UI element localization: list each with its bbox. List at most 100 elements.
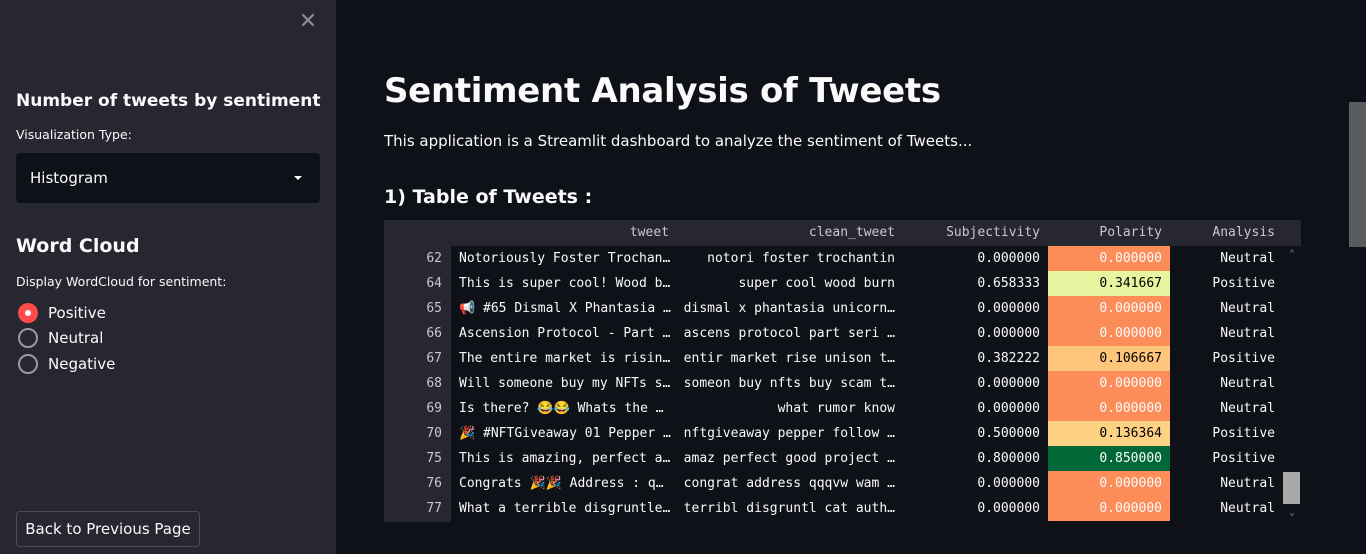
cell-subjectivity: 0.000000 bbox=[977, 301, 1040, 316]
cell-tweet: The entire market is risin… bbox=[459, 351, 671, 366]
radio-unchecked-icon[interactable] bbox=[18, 354, 38, 374]
radio-label: Neutral bbox=[48, 329, 104, 347]
cell-clean-tweet: amaz perfect good project … bbox=[683, 451, 895, 466]
cell-polarity: 0.000000 bbox=[1048, 296, 1170, 321]
wordcloud-label: Display WordCloud for sentiment: bbox=[16, 274, 227, 289]
table-row: 69 Is there? 😂😂 Whats the … what rumor kno… bbox=[384, 396, 1301, 421]
column-header-tweet[interactable]: tweet bbox=[459, 220, 669, 246]
cell-clean-tweet: someon buy nfts buy scam t… bbox=[683, 376, 895, 391]
row-index: 65 bbox=[426, 301, 442, 316]
scroll-down-icon[interactable]: ⌄ bbox=[1287, 508, 1297, 518]
cell-subjectivity: 0.000000 bbox=[977, 326, 1040, 341]
cell-tweet: Is there? 😂😂 Whats the … bbox=[459, 401, 664, 416]
table-row: 77 What a terrible disgruntle… terribl dis… bbox=[384, 496, 1301, 521]
cell-tweet: 🎉 #NFTGiveaway 01 Pepper … bbox=[459, 426, 671, 441]
cell-polarity: 0.106667 bbox=[1048, 346, 1170, 371]
cell-subjectivity: 0.500000 bbox=[977, 426, 1040, 441]
row-index: 75 bbox=[426, 451, 442, 466]
close-icon[interactable]: ✕ bbox=[297, 11, 319, 33]
cell-tweet: This is amazing, perfect a… bbox=[459, 451, 671, 466]
caret-down-icon bbox=[294, 176, 302, 180]
viz-heading: Number of tweets by sentiment bbox=[16, 91, 321, 111]
cell-clean-tweet: what rumor know bbox=[777, 401, 895, 416]
cell-subjectivity: 0.000000 bbox=[977, 376, 1040, 391]
sidebar: ✕ Number of tweets by sentiment Visualiz… bbox=[0, 0, 336, 554]
cell-clean-tweet: nftgiveaway pepper follow … bbox=[683, 426, 895, 441]
table-row: 65 📢 #65 Dismal X Phantasia … dismal x pha… bbox=[384, 296, 1301, 321]
cell-analysis: Positive bbox=[1212, 276, 1275, 291]
table-row: 75 This is amazing, perfect a… amaz perfec… bbox=[384, 446, 1301, 471]
cell-tweet: Will someone buy my NFTs s… bbox=[459, 376, 671, 391]
radio-neutral[interactable]: Neutral bbox=[18, 327, 103, 349]
page-intro: This application is a Streamlit dashboar… bbox=[384, 132, 973, 150]
cell-polarity: 0.850000 bbox=[1048, 446, 1170, 471]
radio-checked-icon[interactable] bbox=[18, 303, 38, 323]
cell-subjectivity: 0.800000 bbox=[977, 451, 1040, 466]
radio-label: Negative bbox=[48, 355, 116, 373]
cell-polarity: 0.341667 bbox=[1048, 271, 1170, 296]
cell-analysis: Positive bbox=[1212, 426, 1275, 441]
cell-analysis: Positive bbox=[1212, 451, 1275, 466]
cell-subjectivity: 0.000000 bbox=[977, 501, 1040, 516]
cell-subjectivity: 0.658333 bbox=[977, 276, 1040, 291]
column-header-clean-tweet[interactable]: clean_tweet bbox=[681, 220, 895, 246]
cell-polarity: 0.000000 bbox=[1048, 321, 1170, 346]
page-title: Sentiment Analysis of Tweets bbox=[384, 71, 941, 111]
cell-clean-tweet: entir market rise unison t… bbox=[683, 351, 895, 366]
cell-tweet: Notoriously Foster Trochan… bbox=[459, 251, 671, 266]
scroll-up-icon[interactable]: ⌃ bbox=[1287, 249, 1297, 259]
cell-tweet: This is super cool! Wood b… bbox=[459, 276, 671, 291]
table-row: 70 🎉 #NFTGiveaway 01 Pepper … nftgiveaway … bbox=[384, 421, 1301, 446]
table-header: tweet clean_tweet Subjectivity Polarity … bbox=[384, 220, 1301, 246]
row-index: 62 bbox=[426, 251, 442, 266]
radio-negative[interactable]: Negative bbox=[18, 353, 115, 375]
table-row: 64 This is super cool! Wood b… super cool … bbox=[384, 271, 1301, 296]
table-row: 68 Will someone buy my NFTs s… someon buy … bbox=[384, 371, 1301, 396]
row-index: 69 bbox=[426, 401, 442, 416]
cell-clean-tweet: congrat address qqqvw wam … bbox=[683, 476, 895, 491]
cell-polarity: 0.000000 bbox=[1048, 371, 1170, 396]
cell-clean-tweet: ascens protocol part seri … bbox=[683, 326, 895, 341]
row-index: 76 bbox=[426, 476, 442, 491]
cell-clean-tweet: notori foster trochantin bbox=[707, 251, 895, 266]
radio-positive[interactable]: Positive bbox=[18, 302, 106, 324]
cell-polarity: 0.136364 bbox=[1048, 421, 1170, 446]
radio-label: Positive bbox=[48, 304, 106, 322]
cell-polarity: 0.000000 bbox=[1048, 246, 1170, 271]
cell-polarity: 0.000000 bbox=[1048, 471, 1170, 496]
cell-analysis: Neutral bbox=[1220, 501, 1275, 516]
radio-unchecked-icon[interactable] bbox=[18, 328, 38, 348]
cell-analysis: Neutral bbox=[1220, 326, 1275, 341]
wordcloud-heading: Word Cloud bbox=[16, 235, 140, 257]
viz-type-label: Visualization Type: bbox=[16, 127, 132, 142]
cell-subjectivity: 0.382222 bbox=[977, 351, 1040, 366]
table-row: 67 The entire market is risin… entir marke… bbox=[384, 346, 1301, 371]
column-header-polarity[interactable]: Polarity bbox=[1048, 220, 1162, 246]
cell-polarity: 0.000000 bbox=[1048, 396, 1170, 421]
viz-type-select-value: Histogram bbox=[30, 169, 108, 187]
cell-tweet: Ascension Protocol - Part … bbox=[459, 326, 671, 341]
cell-analysis: Positive bbox=[1212, 351, 1275, 366]
cell-tweet: Congrats 🎉🎉 Address : q… bbox=[459, 476, 664, 491]
cell-analysis: Neutral bbox=[1220, 401, 1275, 416]
section-title: 1) Table of Tweets : bbox=[384, 186, 593, 208]
column-header-analysis[interactable]: Analysis bbox=[1170, 220, 1275, 246]
row-index: 70 bbox=[426, 426, 442, 441]
cell-subjectivity: 0.000000 bbox=[977, 476, 1040, 491]
row-index: 66 bbox=[426, 326, 442, 341]
cell-tweet: 📢 #65 Dismal X Phantasia … bbox=[459, 301, 671, 316]
back-button[interactable]: Back to Previous Page bbox=[16, 511, 200, 547]
page-scrollbar[interactable] bbox=[1349, 102, 1366, 247]
table-row: 66 Ascension Protocol - Part … ascens prot… bbox=[384, 321, 1301, 346]
column-header-subjectivity[interactable]: Subjectivity bbox=[904, 220, 1040, 246]
viz-type-select[interactable]: Histogram bbox=[16, 153, 320, 203]
cell-clean-tweet: terribl disgruntl cat auth… bbox=[683, 501, 895, 516]
cell-analysis: Neutral bbox=[1220, 301, 1275, 316]
row-index: 67 bbox=[426, 351, 442, 366]
row-index: 77 bbox=[426, 501, 442, 516]
tweets-table: tweet clean_tweet Subjectivity Polarity … bbox=[384, 220, 1301, 522]
scrollbar-thumb[interactable] bbox=[1283, 472, 1300, 504]
cell-polarity: 0.000000 bbox=[1048, 496, 1170, 521]
cell-analysis: Neutral bbox=[1220, 476, 1275, 491]
cell-clean-tweet: dismal x phantasia unicorn… bbox=[683, 301, 895, 316]
